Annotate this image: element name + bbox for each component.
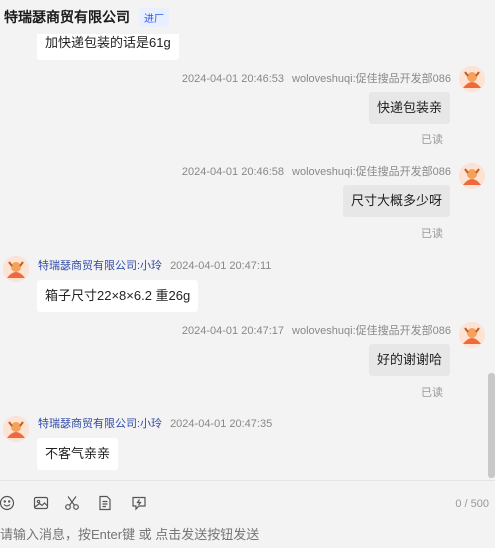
message-time: 2024-04-01 20:46:53 [181, 73, 285, 85]
message-meta: 特瑞瑟商贸有限公司:小玲 2024-04-01 20:47:11 [38, 257, 271, 273]
user-avatar [459, 163, 485, 189]
message-bubble: 箱子尺寸22×8×6.2 重26g [37, 280, 199, 312]
chat-header: 特瑞瑟商贸有限公司 进厂 [0, 0, 495, 34]
image-icon[interactable] [33, 495, 49, 511]
document-icon[interactable] [97, 495, 113, 511]
shop-title: 特瑞瑟商贸有限公司 [4, 9, 130, 25]
agent-name: 特瑞瑟商贸有限公司:小玲 [38, 260, 163, 272]
char-counter: 0 / 500 [455, 498, 489, 510]
message-bubble: 尺寸大概多少呀 [342, 185, 450, 217]
agent-avatar [3, 256, 29, 282]
message-sender: woloveshuqi:促佳搜品开发部086 [292, 325, 451, 337]
quick-reply-icon[interactable] [131, 495, 147, 511]
chat-scrollbar[interactable] [488, 373, 495, 478]
message-bubble: 快递包装亲 [368, 92, 450, 124]
user-avatar [459, 322, 485, 348]
agent-avatar [3, 416, 29, 442]
input-toolbar: 0 / 500 [0, 480, 495, 524]
message-time: 2024-04-01 20:47:11 [170, 260, 272, 272]
message-meta: 2024-04-01 20:46:53 woloveshuqi:促佳搜品开发部08… [182, 70, 451, 86]
message-time: 2024-04-01 20:46:58 [181, 166, 285, 178]
message-sender: woloveshuqi:促佳搜品开发部086 [292, 73, 451, 85]
message-time: 2024-04-01 20:47:17 [181, 325, 285, 337]
message-meta: 2024-04-01 20:46:58 woloveshuqi:促佳搜品开发部08… [182, 163, 451, 179]
message-input[interactable] [0, 520, 495, 548]
message-meta: 特瑞瑟商贸有限公司:小玲 2024-04-01 20:47:35 [38, 415, 272, 431]
read-status: 已读 [421, 228, 443, 240]
emoji-icon[interactable] [0, 495, 15, 511]
message-bubble: 好的谢谢哈 [368, 344, 450, 376]
read-status: 已读 [421, 387, 443, 399]
message-bubble: 加快递包装的话是61g [37, 34, 179, 60]
read-status: 已读 [421, 134, 443, 146]
message-sender: woloveshuqi:促佳搜品开发部086 [292, 166, 451, 178]
scissors-icon[interactable] [64, 495, 80, 511]
enter-shop-badge[interactable]: 进厂 [139, 7, 169, 27]
message-bubble: 不客气亲亲 [37, 438, 119, 470]
user-avatar [459, 66, 485, 92]
agent-name: 特瑞瑟商贸有限公司:小玲 [38, 418, 163, 430]
message-meta: 2024-04-01 20:47:17 woloveshuqi:促佳搜品开发部08… [182, 322, 451, 338]
message-list[interactable]: 加快递包装的话是61g 2024-04-01 20:46:53 woloveshu… [0, 34, 495, 480]
message-time: 2024-04-01 20:47:35 [170, 418, 273, 430]
